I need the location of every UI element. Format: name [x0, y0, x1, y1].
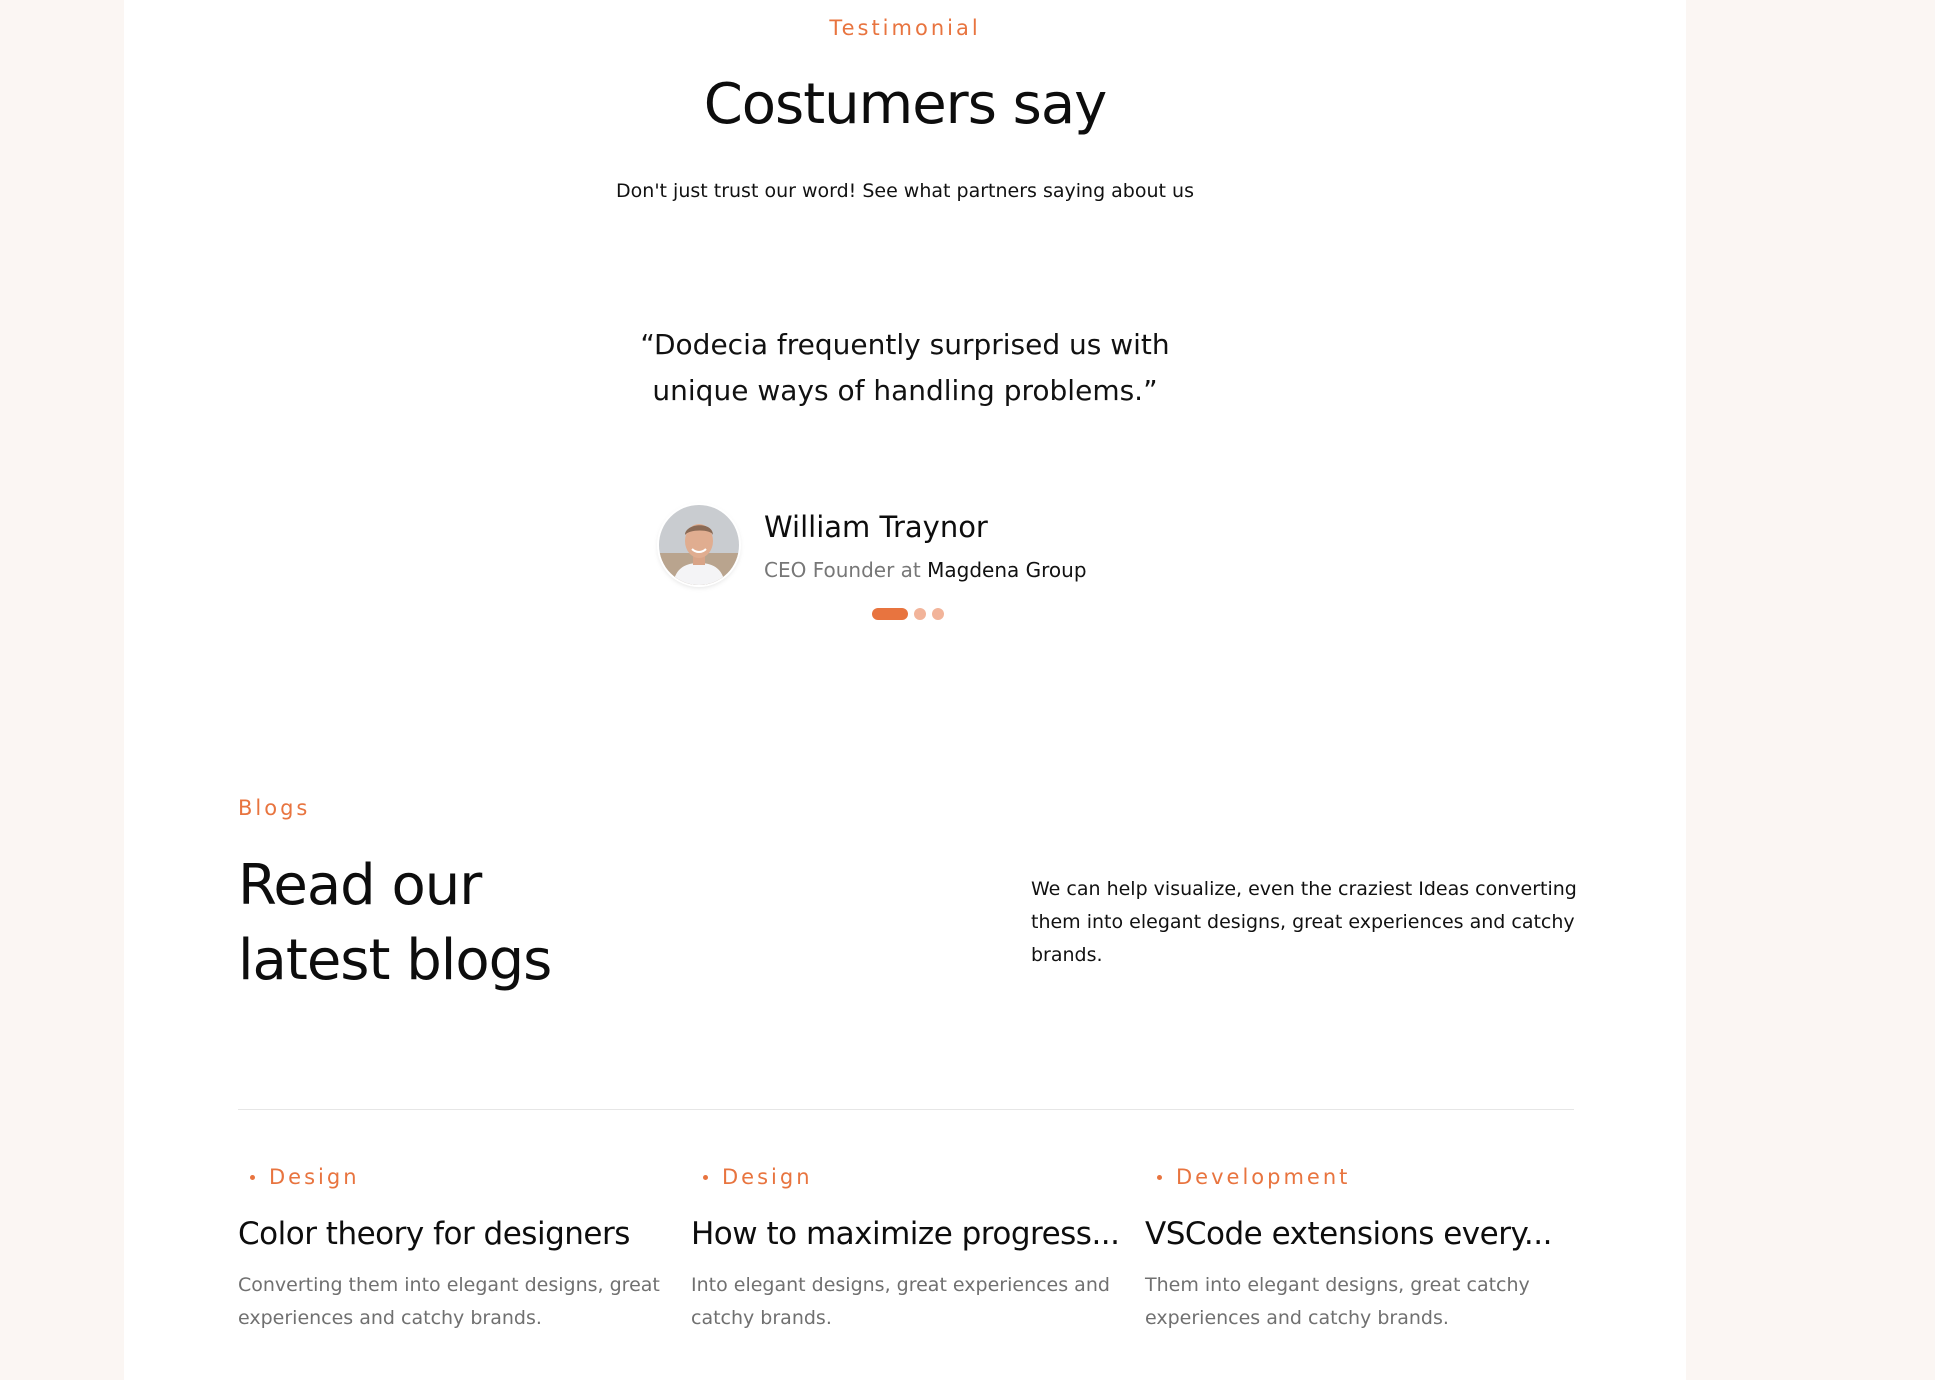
blog-category[interactable]: Design — [238, 1165, 668, 1189]
blog-excerpt: Them into elegant designs, great catchy … — [1145, 1274, 1530, 1329]
blog-category-label: Development — [1176, 1165, 1351, 1189]
blog-card[interactable]: Design Color theory for designers Conver… — [238, 1165, 668, 1335]
testimonial-title: Costumers say — [703, 72, 1108, 137]
pagination-dot-3[interactable] — [932, 608, 944, 620]
divider — [238, 1109, 1574, 1110]
blogs-title-line-2: latest blogs — [238, 928, 552, 993]
blogs-title: Read our latest blogs — [238, 848, 738, 998]
bullet-icon — [1157, 1174, 1162, 1180]
pagination-dot-1[interactable] — [872, 608, 908, 620]
testimonial-eyebrow: Testimonial — [829, 16, 981, 40]
testimonial-subtitle: Don't just trust our word! See what part… — [616, 180, 1194, 202]
author-name: William Traynor — [764, 510, 988, 544]
testimonial-pagination — [872, 608, 944, 620]
blog-title[interactable]: VSCode extensions every... — [1145, 1216, 1575, 1252]
page-panel: Testimonial Costumers say Don't just tru… — [124, 0, 1686, 1380]
blog-excerpt: Into elegant designs, great experiences … — [691, 1274, 1110, 1329]
blogs-description: We can help visualize, even the craziest… — [1031, 878, 1577, 966]
author-role-prefix: CEO Founder at — [764, 558, 921, 582]
pagination-dot-2[interactable] — [914, 608, 926, 620]
blog-category[interactable]: Development — [1145, 1165, 1575, 1189]
author-avatar — [659, 505, 739, 585]
bullet-icon — [703, 1174, 708, 1180]
testimonial-quote: “Dodecia frequently surprised us with un… — [640, 328, 1170, 407]
blogs-eyebrow: Blogs — [238, 796, 311, 820]
blogs-title-line-1: Read our — [238, 853, 482, 918]
blog-category-label: Design — [722, 1165, 813, 1189]
blog-excerpt: Converting them into elegant designs, gr… — [238, 1274, 660, 1329]
blog-card[interactable]: Development VSCode extensions every... T… — [1145, 1165, 1575, 1335]
blog-title[interactable]: How to maximize progress... — [691, 1216, 1121, 1252]
author-role: CEO Founder at Magdena Group — [764, 558, 1087, 582]
blog-card[interactable]: Design How to maximize progress... Into … — [691, 1165, 1121, 1335]
author-company: Magdena Group — [927, 558, 1087, 582]
blog-category-label: Design — [269, 1165, 360, 1189]
blog-title[interactable]: Color theory for designers — [238, 1216, 668, 1252]
bullet-icon — [250, 1174, 255, 1180]
blog-category[interactable]: Design — [691, 1165, 1121, 1189]
